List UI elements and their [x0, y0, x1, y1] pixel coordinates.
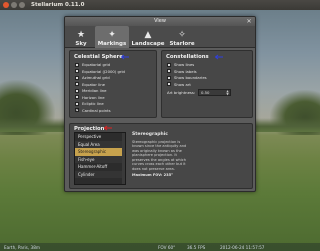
projection-item-hammer-aitoff[interactable]: Hammer-Aitoff — [75, 163, 125, 171]
checkbox-box[interactable] — [75, 69, 79, 73]
spin-arrows-icon[interactable]: ▲ ▼ — [225, 89, 230, 96]
status-fps: 36.5 FPS — [187, 244, 206, 250]
projection-list-scrollbar[interactable] — [122, 133, 125, 184]
projection-item-stereographic[interactable]: Stereographic — [75, 148, 125, 156]
projection-description-body: Stereographic projection is known since … — [132, 139, 187, 171]
status-fov: FOV 60° — [158, 244, 176, 250]
annotation-arrow-icon — [120, 54, 129, 60]
tab-starlore[interactable]: ✧ Starlore — [167, 26, 197, 48]
checkbox-box[interactable] — [75, 101, 79, 106]
celestial-sphere-title: Celestial Sphere — [74, 54, 123, 60]
window-maximize-button[interactable] — [19, 2, 25, 8]
tab-starlore-label: Starlore — [169, 40, 195, 47]
dialog-tabs: ★ Sky ✦ Markings ▲ Landscape ✧ Starlore — [65, 26, 255, 48]
checkbox-box[interactable] — [167, 75, 171, 80]
projection-item-equal-area[interactable]: Equal Area — [75, 140, 125, 148]
checkbox-box[interactable] — [75, 107, 80, 113]
art-brightness-value: 0.50 — [201, 89, 210, 95]
status-datetime: 2012-06-24 11:57:57 — [220, 244, 265, 250]
checkbox-equatorial-j2000-grid[interactable]: Equatorial (J2000) grid — [75, 69, 125, 74]
window-close-button[interactable] — [3, 2, 9, 8]
view-dialog: View ✕ ★ Sky ✦ Markings ▲ Landscape ✧ St… — [64, 16, 256, 192]
checkbox-show-lines[interactable]: Show lines — [167, 62, 194, 67]
tab-sky-label: Sky — [75, 40, 87, 47]
art-brightness-label: Art brightness: — [167, 90, 196, 95]
tab-markings[interactable]: ✦ Markings — [95, 26, 129, 48]
celestial-sphere-group: Celestial Sphere Equatorial grid Equator… — [69, 50, 157, 118]
projection-description: Stereographic Stereographic projection i… — [132, 132, 190, 178]
close-icon[interactable]: ✕ — [246, 18, 252, 25]
landscape-icon: ▲ — [144, 29, 152, 40]
status-bar: Earth, Paris, 38m FOV 60° 36.5 FPS 2012-… — [0, 243, 320, 251]
starlore-icon: ✧ — [178, 29, 186, 40]
checkbox-show-boundaries[interactable]: Show boundaries — [167, 75, 207, 80]
projection-description-title: Stereographic — [132, 132, 168, 137]
constellations-title: Constellations — [166, 54, 209, 60]
tab-sky[interactable]: ★ Sky — [69, 26, 93, 48]
checkbox-box[interactable] — [167, 82, 171, 86]
checkbox-meridian-line[interactable]: Meridian line — [75, 88, 107, 93]
checkbox-cardinal-points[interactable]: Cardinal points — [75, 107, 111, 113]
checkbox-box[interactable] — [75, 95, 79, 99]
projection-max-fov: Maximum FOV: 235° — [132, 173, 173, 177]
checkbox-show-labels[interactable]: Show labels — [167, 69, 197, 74]
checkbox-box[interactable] — [75, 82, 79, 86]
checkbox-box[interactable] — [167, 69, 171, 73]
art-brightness-spinbox[interactable]: 0.50 ▲ ▼ — [198, 88, 231, 96]
projection-item-perspective[interactable]: Perspective — [75, 133, 125, 141]
tab-markings-label: Markings — [97, 40, 127, 47]
checkbox-box[interactable] — [75, 88, 79, 93]
constellations-group: Constellations Show lines Show labels Sh… — [161, 50, 253, 118]
annotation-arrow-icon — [103, 125, 112, 131]
sky-icon: ★ — [76, 29, 86, 40]
checkbox-azimuthal-grid[interactable]: Azimuthal grid — [75, 75, 110, 80]
checkbox-box[interactable] — [75, 62, 79, 67]
window-titlebar: Stellarium 0.11.0 — [0, 0, 320, 10]
checkbox-show-art[interactable]: Show art — [167, 82, 191, 87]
dialog-title: View — [154, 18, 166, 24]
checkbox-horizon-line[interactable]: Horizon line — [75, 95, 105, 100]
tab-landscape-label: Landscape — [131, 40, 165, 47]
projection-item-cylinder[interactable]: Cylinder — [75, 170, 125, 178]
checkbox-equatorial-grid[interactable]: Equatorial grid — [75, 62, 110, 67]
projection-group: Projection Perspective Equal Area Stereo… — [69, 123, 253, 189]
window-minimize-button[interactable] — [11, 2, 17, 8]
tab-landscape[interactable]: ▲ Landscape — [131, 26, 165, 48]
checkbox-box[interactable] — [75, 75, 79, 80]
dialog-titlebar[interactable]: View ✕ — [65, 17, 255, 26]
checkbox-box[interactable] — [167, 62, 171, 67]
checkbox-equator-line[interactable]: Equator line — [75, 82, 105, 87]
annotation-arrow-icon — [214, 54, 223, 60]
status-location: Earth, Paris, 38m — [4, 244, 40, 250]
window-title: Stellarium 0.11.0 — [31, 2, 85, 8]
projection-list[interactable]: Perspective Equal Area Stereographic Fis… — [74, 132, 126, 185]
markings-icon: ✦ — [108, 29, 116, 40]
checkbox-ecliptic-line[interactable]: Ecliptic line — [75, 101, 104, 106]
projection-item-fish-eye[interactable]: Fish-eye — [75, 155, 125, 163]
